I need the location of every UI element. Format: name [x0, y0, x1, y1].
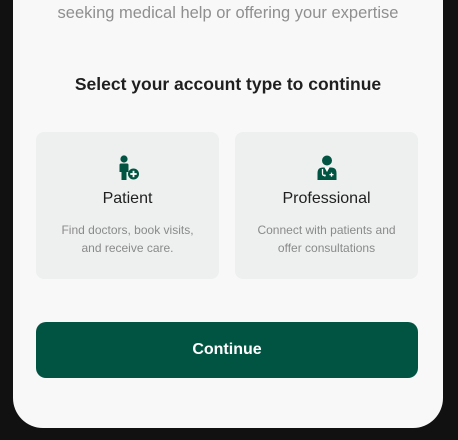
patient-card-description: Find doctors, book visits, and receive c…: [61, 223, 194, 255]
intro-subtitle: seeking medical help or offering your ex…: [57, 4, 399, 22]
app-screen: seeking medical help or offering your ex…: [13, 0, 443, 428]
device-frame: seeking medical help or offering your ex…: [0, 0, 458, 440]
doctor-icon: [235, 155, 418, 181]
patient-account-card[interactable]: Patient Find doctors, book visits, and r…: [36, 132, 219, 279]
account-type-heading: Select your account type to continue: [74, 74, 382, 94]
professional-account-card[interactable]: Professional Connect with patients and o…: [235, 132, 418, 279]
patient-card-title: Patient: [102, 190, 153, 207]
professional-card-title: Professional: [282, 190, 371, 207]
person-add-icon: [36, 155, 219, 181]
professional-card-description: Connect with patients and offer consulta…: [257, 223, 396, 255]
continue-button[interactable]: Continue: [36, 322, 418, 378]
